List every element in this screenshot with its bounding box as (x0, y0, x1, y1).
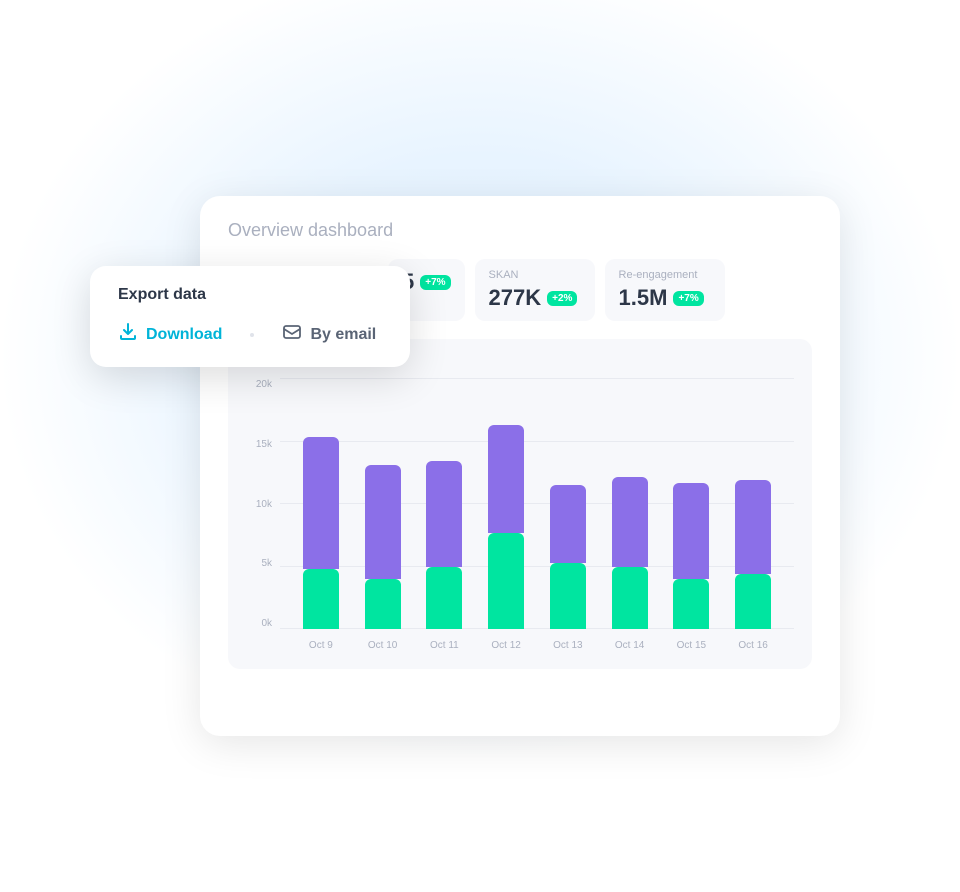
bar-purple (365, 465, 401, 579)
bar-stack (550, 485, 586, 629)
x-axis-label: Oct 14 (606, 640, 654, 651)
export-popup: Export data Download (90, 266, 410, 367)
bar-stack (735, 480, 771, 629)
bar-stack (303, 437, 339, 629)
bar-teal (735, 574, 771, 629)
y-axis-label: 5k (246, 558, 276, 569)
bar-purple (673, 483, 709, 579)
bar-group (297, 437, 345, 629)
bar-purple (612, 477, 648, 567)
export-options: Download By email (118, 322, 382, 347)
x-axis-label: Oct 13 (544, 640, 592, 651)
x-axis-label: Oct 11 (420, 640, 468, 651)
bar-purple (735, 480, 771, 574)
stat-value-skan: 277K (489, 285, 542, 311)
y-axis-label: 15k (246, 439, 276, 450)
stat-card-reengagement: Re-engagement 1.5M +7% (605, 259, 725, 321)
bar-group (482, 425, 530, 629)
x-axis-label: Oct 12 (482, 640, 530, 651)
bar-stack (426, 461, 462, 629)
bar-group (544, 485, 592, 629)
bar-group (729, 480, 777, 629)
bar-purple (426, 461, 462, 567)
bar-stack (488, 425, 524, 629)
export-popup-title: Export data (118, 286, 382, 304)
stat-label-skan: SKAN (489, 269, 581, 281)
x-axis-label: Oct 16 (729, 640, 777, 651)
stat-value-reengagement: 1.5M (619, 285, 668, 311)
bar-group (667, 483, 715, 629)
bar-stack (673, 483, 709, 629)
option-divider (250, 333, 254, 337)
x-labels: Oct 9 Oct 10 Oct 11 Oct 12 Oct 13 Oct 14 Oct 1… (280, 631, 794, 659)
bar-group (420, 461, 468, 629)
bar-purple (488, 425, 524, 533)
email-icon (282, 322, 302, 347)
x-axis-label: Oct 9 (297, 640, 345, 651)
dashboard-title: Overview dashboard (228, 220, 812, 241)
stat-badge-partial: +7% (420, 275, 450, 290)
bar-teal (365, 579, 401, 629)
stat-value-row-reengagement: 1.5M +7% (619, 285, 711, 311)
stat-badge-reengagement: +7% (673, 291, 703, 306)
scene-container: Overview dashboard 5 +7% SKAN 277K +2% R… (120, 136, 840, 756)
bar-teal (673, 579, 709, 629)
download-option[interactable]: Download (118, 322, 222, 347)
stat-label-reengagement: Re-engagement (619, 269, 711, 281)
stats-row: 5 +7% SKAN 277K +2% Re-engagement 1.5M +… (388, 259, 812, 321)
y-axis-label: 20k (246, 379, 276, 390)
bar-purple (550, 485, 586, 563)
bar-purple (303, 437, 339, 569)
email-label: By email (310, 326, 376, 344)
bar-stack (612, 477, 648, 629)
chart-inner (280, 379, 794, 629)
bar-teal (426, 567, 462, 629)
y-axis-label: 10k (246, 499, 276, 510)
stat-card-skan: SKAN 277K +2% (475, 259, 595, 321)
x-axis-label: Oct 15 (667, 640, 715, 651)
bar-group (606, 477, 654, 629)
stat-badge-skan: +2% (547, 291, 577, 306)
chart-area: Attribution 0k5k10k15k20k Oct 9Oct 10Oct… (228, 339, 812, 669)
download-icon (118, 322, 138, 347)
email-option[interactable]: By email (282, 322, 376, 347)
y-axis-label: 0k (246, 618, 276, 629)
x-axis-label: Oct 10 (359, 640, 407, 651)
chart-container: 0k5k10k15k20k Oct 9Oct 10Oct 11Oct 12Oct… (246, 379, 794, 659)
bar-group (359, 465, 407, 629)
stat-value-row-skan: 277K +2% (489, 285, 581, 311)
bar-teal (550, 563, 586, 629)
bar-teal (303, 569, 339, 629)
bar-teal (488, 533, 524, 629)
y-axis: 0k 5k 10k 15k 20k (246, 379, 276, 629)
bar-teal (612, 567, 648, 629)
bars-container (280, 379, 794, 629)
bar-stack (365, 465, 401, 629)
download-label: Download (146, 326, 222, 344)
